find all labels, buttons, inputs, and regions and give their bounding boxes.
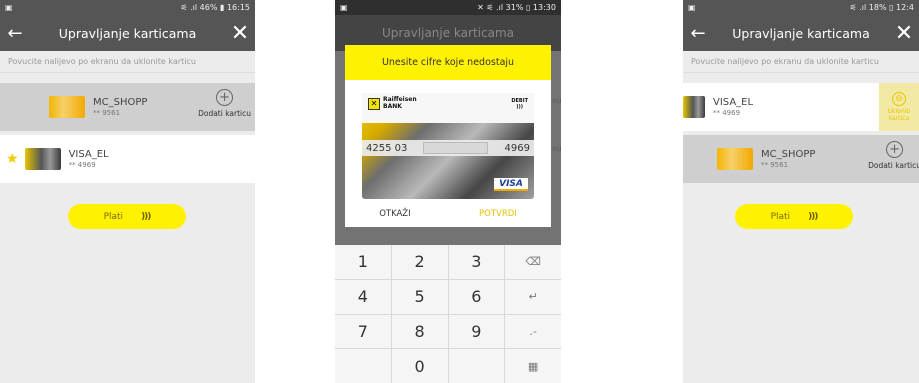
add-card-button[interactable]: + Dodati karticu	[868, 141, 919, 170]
back-arrow-icon[interactable]: ←	[683, 23, 713, 44]
app-bar: ← Upravljanje karticama ✕	[0, 15, 255, 51]
bank-name-bottom: BANK	[383, 102, 402, 110]
card-row-visa-el[interactable]: ★ VISA_EL ** 4969	[0, 135, 255, 183]
back-arrow-icon[interactable]: ←	[0, 23, 30, 44]
nfc-icon: )))	[808, 211, 818, 222]
missing-digits-input[interactable]	[423, 142, 489, 154]
card-row-mc-shopp[interactable]: MC_SHOPP ** 9561 + Dodati karticu	[683, 135, 919, 183]
keyboard-settings-key[interactable]: ▦	[505, 349, 561, 383]
pay-button[interactable]: Plati )))	[735, 204, 853, 229]
card-name: MC_SHOPP	[93, 97, 148, 108]
dimmed-text: cu	[553, 145, 561, 153]
cancel-button[interactable]: OTKAŽI	[379, 209, 410, 219]
tools-icon[interactable]: ✕	[889, 21, 919, 46]
numeric-keypad: 1 2 3 ⌫ 4 5 6 ↵ 7 8 9 .- 0 ▦	[335, 245, 561, 383]
remove-circle-icon: ⊖	[892, 92, 906, 106]
debit-label: DEBIT )))	[511, 98, 528, 110]
notification-icon: ▣	[688, 3, 696, 12]
raiffeisen-logo-icon: ✕	[368, 97, 380, 110]
enter-key[interactable]: ↵	[505, 279, 561, 314]
card-name: VISA_EL	[713, 97, 754, 108]
screen-card-management-swiped: ▣ ⚟ .ıl 18% ▯ 12:4 ← Upravljanje kartica…	[683, 0, 919, 383]
card-thumbnail	[24, 148, 61, 170]
key-3[interactable]: 3	[448, 245, 505, 279]
card-number-prefix: 4255 03	[366, 142, 408, 154]
default-star-icon: ★	[6, 151, 19, 167]
card-number-field[interactable]: 4255 03 4969	[362, 140, 534, 156]
card-name: VISA_EL	[68, 149, 109, 160]
symbol-key[interactable]: .-	[505, 314, 561, 349]
remove-card-button[interactable]: ⊖ Ukloniti karticu	[879, 83, 919, 131]
bank-logo: ✕ Raiffeisen BANK	[368, 96, 417, 110]
screen-card-management: ▣ ⚟ .ıl 46% ▮ 16:15 ← Upravljanje kartic…	[0, 0, 255, 383]
add-card-button[interactable]: + Dodati karticu	[198, 89, 251, 118]
status-icons: ⚟ .ıl 46% ▮ 16:15	[180, 3, 250, 12]
notification-icon: ▣	[340, 3, 348, 12]
page-title: Upravljanje karticama	[58, 25, 197, 41]
backspace-key[interactable]: ⌫	[505, 245, 561, 279]
key-1[interactable]: 1	[335, 245, 391, 279]
remove-card-label: Ukloniti karticu	[887, 108, 911, 122]
confirm-button[interactable]: POTVRDI	[479, 209, 517, 219]
key-5[interactable]: 5	[391, 279, 448, 314]
card-row-mc-shopp[interactable]: MC_SHOPP ** 9561 + Dodati karticu	[0, 83, 255, 131]
key-8[interactable]: 8	[391, 314, 448, 349]
key-0[interactable]: 0	[391, 349, 448, 383]
status-bar: ▣ ⚟ .ıl 46% ▮ 16:15	[0, 0, 255, 15]
swipe-hint: Povucite nalijevo po ekranu da uklonite …	[683, 51, 919, 73]
visa-logo: VISA	[494, 178, 528, 191]
key-4[interactable]: 4	[335, 279, 391, 314]
card-number: ** 4969	[68, 161, 96, 169]
key-9[interactable]: 9	[448, 314, 505, 349]
pay-button[interactable]: Plati )))	[68, 204, 186, 229]
status-bar: ▣ ⚟ .ıl 18% ▯ 12:4	[683, 0, 919, 15]
screen-enter-digits: ▣ ✕ ⚟ .ıl 31% ▯ 13:30 Upravljanje kartic…	[335, 0, 561, 383]
dimmed-title: Upravljanje karticama	[381, 26, 514, 40]
card-thumbnail	[683, 96, 705, 118]
pay-label: Plati	[770, 211, 791, 222]
tools-icon[interactable]: ✕	[225, 21, 255, 46]
plus-circle-icon: +	[216, 89, 234, 106]
card-image: ✕ Raiffeisen BANK DEBIT ))) 4255 03 4969…	[362, 93, 534, 199]
card-row-visa-el[interactable]: VISA_EL ** 4969 ⊖ Ukloniti karticu	[683, 83, 919, 131]
add-card-label: Dodati karticu	[868, 161, 919, 170]
key-blank	[335, 349, 391, 383]
card-thumbnail	[717, 148, 753, 170]
card-thumbnail	[49, 96, 85, 118]
plus-circle-icon: +	[886, 141, 904, 158]
page-title: Upravljanje karticama	[732, 25, 870, 41]
card-number: ** 9561	[93, 109, 121, 117]
key-7[interactable]: 7	[335, 314, 391, 349]
nfc-icon: )))	[141, 211, 151, 222]
pay-label: Plati	[103, 211, 124, 222]
card-number: ** 9561	[761, 161, 789, 169]
enter-digits-dialog: Unesite cifre koje nedostaju ✕ Raiffeise…	[345, 45, 551, 227]
add-card-label: Dodati karticu	[198, 109, 251, 118]
dialog-actions: OTKAŽI POTVRDI	[345, 201, 551, 227]
status-bar: ▣ ✕ ⚟ .ıl 31% ▯ 13:30	[335, 0, 561, 15]
app-bar: ← Upravljanje karticama ✕	[683, 15, 919, 51]
status-icons: ✕ ⚟ .ıl 31% ▯ 13:30	[477, 3, 556, 12]
card-number: ** 4969	[713, 109, 741, 117]
card-number-suffix: 4969	[504, 142, 530, 154]
card-name: MC_SHOPP	[761, 149, 816, 160]
dimmed-text: cu	[553, 97, 561, 105]
swipe-hint: Povucite nalijevo po ekranu da uklonite …	[0, 51, 255, 73]
status-icons: ⚟ .ıl 18% ▯ 12:4	[849, 3, 914, 12]
key-blank	[448, 349, 505, 383]
notification-icon: ▣	[5, 3, 13, 12]
dialog-title: Unesite cifre koje nedostaju	[345, 45, 551, 80]
key-6[interactable]: 6	[448, 279, 505, 314]
key-2[interactable]: 2	[391, 245, 448, 279]
